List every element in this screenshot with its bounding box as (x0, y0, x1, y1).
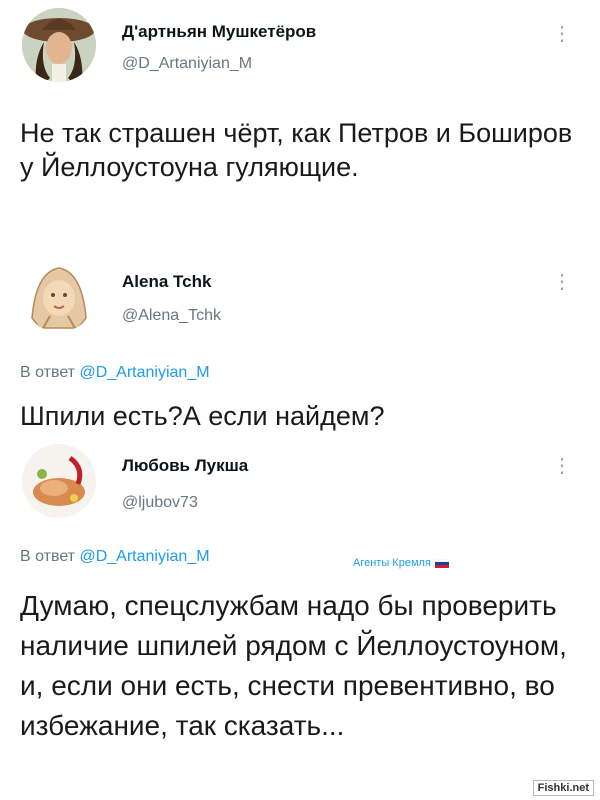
russia-flag-icon (434, 558, 449, 568)
tweet-text: Шпили есть?А если найдем? (20, 401, 385, 431)
reply-tweet: Любовь Лукша @ljubov73 ⋮ В ответ @D_Arta… (0, 442, 600, 800)
author-handle[interactable]: @Alena_Tchk (122, 307, 221, 325)
author-handle[interactable]: @ljubov73 (122, 494, 198, 512)
reply-mention-link[interactable]: @D_Artaniyian_M (79, 364, 209, 381)
tweet-main: Д'артньян Мушкетёров @D_Artaniyian_M ⋮ Н… (0, 0, 600, 250)
reply-mention-link[interactable]: @D_Artaniyian_M (79, 548, 209, 565)
avatar-food-image (22, 444, 96, 518)
avatar-alena[interactable] (22, 258, 96, 332)
reply-prefix: В ответ (20, 548, 76, 565)
author-name[interactable]: Д'артньян Мушкетёров (122, 22, 316, 42)
reply-to-line: В ответ @D_Artaniyian_M (20, 364, 210, 382)
reply-tweet: Alena Tchk @Alena_Tchk ⋮ В ответ @D_Arta… (0, 250, 600, 442)
watermark-logo: Fishki.net (532, 780, 594, 796)
more-options-icon[interactable]: ⋮ (552, 456, 572, 476)
avatar-alenka-image (22, 258, 96, 332)
author-name[interactable]: Alena Tchk (122, 272, 211, 292)
caption-label: Агенты Кремля (353, 557, 449, 569)
author-handle[interactable]: @D_Artaniyian_M (122, 55, 252, 73)
avatar-musketeer-image (22, 8, 96, 82)
more-options-icon[interactable]: ⋮ (552, 272, 572, 292)
more-options-icon[interactable]: ⋮ (552, 24, 572, 44)
reply-to-line: В ответ @D_Artaniyian_M (20, 548, 210, 566)
avatar-lyubov[interactable] (22, 444, 96, 518)
tweet-text: Думаю, спецслужбам надо бы проверить нал… (20, 590, 567, 741)
author-name[interactable]: Любовь Лукша (122, 456, 248, 476)
avatar-main[interactable] (22, 8, 96, 82)
reply-prefix: В ответ (20, 364, 76, 381)
tweet-text: Не так страшен чёрт, как Петров и Боширо… (20, 118, 573, 182)
caption-text: Агенты Кремля (353, 557, 431, 569)
